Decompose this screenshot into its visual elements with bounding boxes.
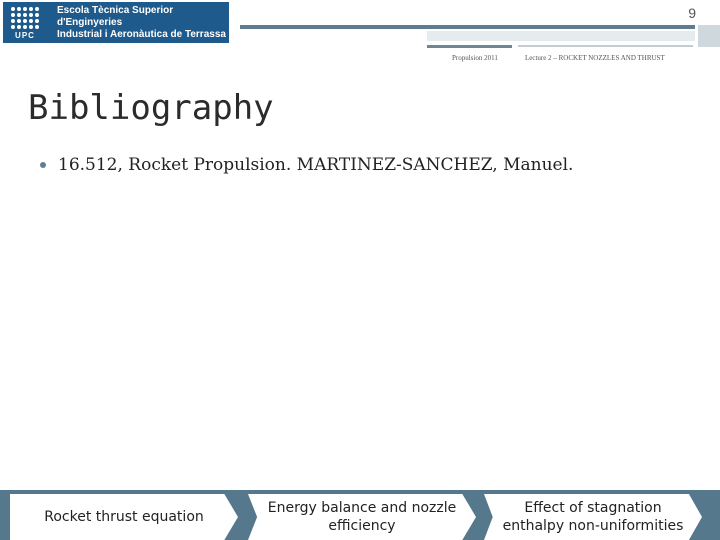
school-name-line2: Industrial i Aeronàutica de Terrassa — [57, 28, 226, 40]
header-band-corner — [698, 25, 720, 47]
nav-button-energy-balance[interactable]: Energy balance and nozzle efficiency — [248, 494, 476, 540]
header-strip — [427, 31, 695, 41]
nav-bar: Rocket thrust equation Energy balance an… — [0, 490, 720, 540]
bullet-text: 16.512, Rocket Propulsion. MARTINEZ-SANC… — [58, 155, 574, 175]
header-course: Propulsion 2011 — [452, 54, 498, 62]
nav-button-label: Effect of stagnation enthalpy non-unifor… — [502, 500, 684, 534]
school-name-line1: Escola Tècnica Superior d'Enginyeries — [57, 4, 174, 28]
nav-button-label: Rocket thrust equation — [44, 509, 204, 525]
slide-title: Bibliography — [28, 88, 274, 128]
nav-button-stagnation-enthalpy[interactable]: Effect of stagnation enthalpy non-unifor… — [484, 494, 702, 540]
header-strip-line-left — [427, 45, 512, 48]
upc-logo: UPC Escola Tècnica Superior d'Enginyerie… — [3, 2, 229, 43]
bullet-dot-icon — [40, 162, 46, 168]
upc-logo-text: UPC — [15, 31, 35, 40]
nav-button-rocket-thrust-equation[interactable]: Rocket thrust equation — [10, 494, 238, 540]
header-lecture: Lecture 2 – ROCKET NOZZLES AND THRUST — [525, 54, 665, 62]
school-name: Escola Tècnica Superior d'Enginyeries In… — [47, 5, 229, 41]
bullet-list: 16.512, Rocket Propulsion. MARTINEZ-SANC… — [40, 155, 573, 175]
upc-logo-mark: UPC — [3, 2, 47, 43]
upc-dots-icon — [11, 7, 39, 31]
nav-button-label: Energy balance and nozzle efficiency — [267, 500, 457, 534]
header-band — [240, 25, 695, 29]
page-number: 9 — [688, 5, 696, 21]
bullet-item: 16.512, Rocket Propulsion. MARTINEZ-SANC… — [40, 155, 573, 175]
header-strip-line-right — [518, 45, 693, 47]
